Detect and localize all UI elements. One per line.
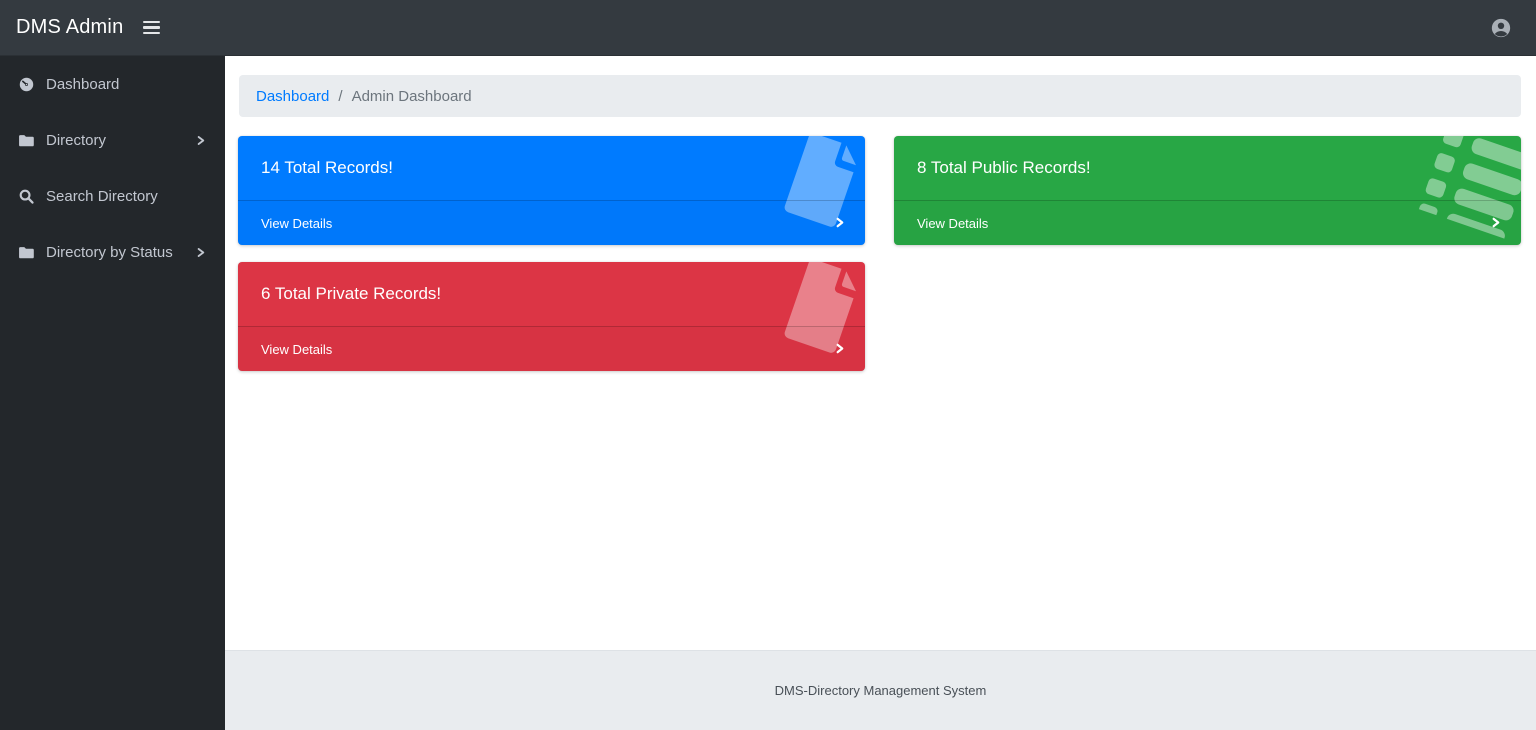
footer-text: DMS-Directory Management System (775, 683, 987, 698)
view-details-link[interactable]: View Details (894, 200, 1521, 245)
card-title: 8 Total Public Records! (917, 158, 1091, 178)
breadcrumb-separator: / (338, 88, 342, 105)
view-details-label: View Details (261, 216, 332, 231)
chevron-right-icon (834, 342, 845, 357)
chevron-right-icon (834, 216, 845, 231)
sidebar-item-label: Dashboard (46, 76, 207, 93)
sidebar-item-label: Search Directory (46, 188, 207, 205)
card-body: 14 Total Records! (238, 136, 865, 200)
hamburger-icon[interactable] (141, 17, 162, 39)
breadcrumb-link-dashboard[interactable]: Dashboard (256, 88, 329, 105)
breadcrumb: Dashboard / Admin Dashboard (239, 75, 1521, 117)
card-body: 8 Total Public Records! (894, 136, 1521, 200)
sidebar-item-label: Directory by Status (46, 244, 194, 261)
body-row: Dashboard Directory (0, 56, 1536, 730)
chevron-right-icon (194, 134, 207, 147)
navbar-left: DMS Admin (16, 16, 162, 39)
user-circle-icon[interactable] (1490, 17, 1512, 39)
search-icon (16, 188, 36, 205)
sidebar-item-directory[interactable]: Directory (0, 120, 225, 161)
sidebar-item-label: Directory (46, 132, 194, 149)
app-root: DMS Admin (0, 0, 1536, 730)
sidebar-item-dashboard[interactable]: Dashboard (0, 64, 225, 105)
breadcrumb-current: Admin Dashboard (352, 88, 472, 105)
card-body: 6 Total Private Records! (238, 262, 865, 326)
view-details-link[interactable]: View Details (238, 326, 865, 371)
view-details-label: View Details (261, 342, 332, 357)
tachometer-icon (16, 76, 36, 93)
main-content: Dashboard / Admin Dashboard (225, 56, 1536, 650)
top-navbar: DMS Admin (0, 0, 1536, 56)
card-title: 14 Total Records! (261, 158, 393, 178)
page-footer: DMS-Directory Management System (225, 650, 1536, 730)
view-details-link[interactable]: View Details (238, 200, 865, 245)
sidebar: Dashboard Directory (0, 56, 225, 730)
chevron-right-icon (1490, 216, 1501, 231)
sidebar-item-search-directory[interactable]: Search Directory (0, 176, 225, 217)
sidebar-item-directory-by-status[interactable]: Directory by Status (0, 232, 225, 273)
folder-icon (16, 244, 36, 261)
card-title: 6 Total Private Records! (261, 284, 441, 304)
brand-link[interactable]: DMS Admin (16, 16, 123, 39)
total-private-records-card: 6 Total Private Records! View Details (238, 262, 865, 371)
main-column: Dashboard / Admin Dashboard (225, 56, 1536, 730)
view-details-label: View Details (917, 216, 988, 231)
total-records-card: 14 Total Records! View Details (238, 136, 865, 245)
folder-icon (16, 132, 36, 149)
sidebar-nav: Dashboard Directory (0, 64, 225, 273)
stat-cards: 14 Total Records! View Details (238, 136, 1521, 371)
total-public-records-card: 8 Total Public Records! View Details (894, 136, 1521, 245)
chevron-right-icon (194, 246, 207, 259)
